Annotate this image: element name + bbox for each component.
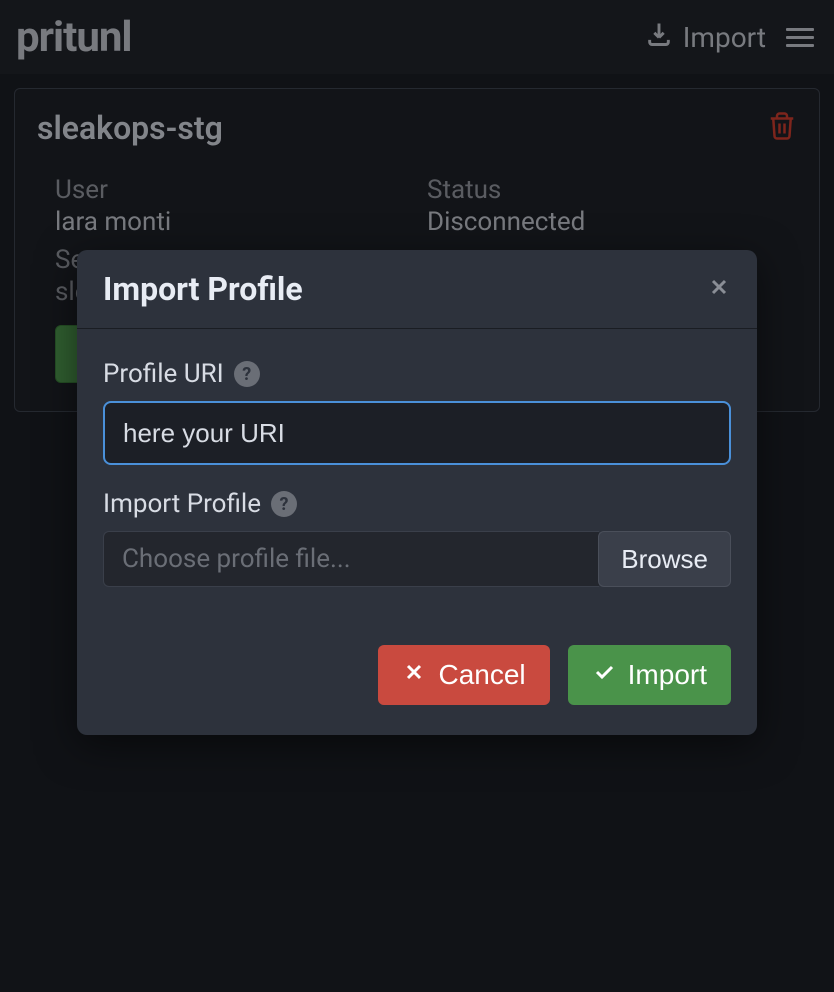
help-icon[interactable]: ? bbox=[234, 361, 260, 387]
cancel-label: Cancel bbox=[438, 659, 525, 691]
import-confirm-label: Import bbox=[628, 659, 707, 691]
x-icon bbox=[402, 659, 426, 691]
close-icon[interactable] bbox=[707, 275, 731, 304]
import-confirm-button[interactable]: Import bbox=[568, 645, 731, 705]
modal-footer: Cancel Import bbox=[77, 641, 757, 735]
profile-uri-label: Profile URI bbox=[103, 359, 224, 389]
import-profile-label: Import Profile bbox=[103, 489, 261, 519]
file-input-display[interactable]: Choose profile file... bbox=[103, 531, 599, 587]
check-icon bbox=[592, 659, 616, 691]
modal-body: Profile URI ? Import Profile ? Choose pr… bbox=[77, 329, 757, 641]
browse-button[interactable]: Browse bbox=[598, 531, 731, 587]
modal-header: Import Profile bbox=[77, 250, 757, 329]
modal-title: Import Profile bbox=[103, 270, 303, 308]
help-icon[interactable]: ? bbox=[271, 491, 297, 517]
profile-uri-input[interactable] bbox=[103, 401, 731, 465]
cancel-button[interactable]: Cancel bbox=[378, 645, 549, 705]
import-profile-modal: Import Profile Profile URI ? Import Prof… bbox=[77, 250, 757, 735]
modal-overlay: Import Profile Profile URI ? Import Prof… bbox=[0, 0, 834, 992]
import-profile-group: Import Profile ? Choose profile file... … bbox=[103, 489, 731, 587]
profile-uri-group: Profile URI ? bbox=[103, 359, 731, 465]
